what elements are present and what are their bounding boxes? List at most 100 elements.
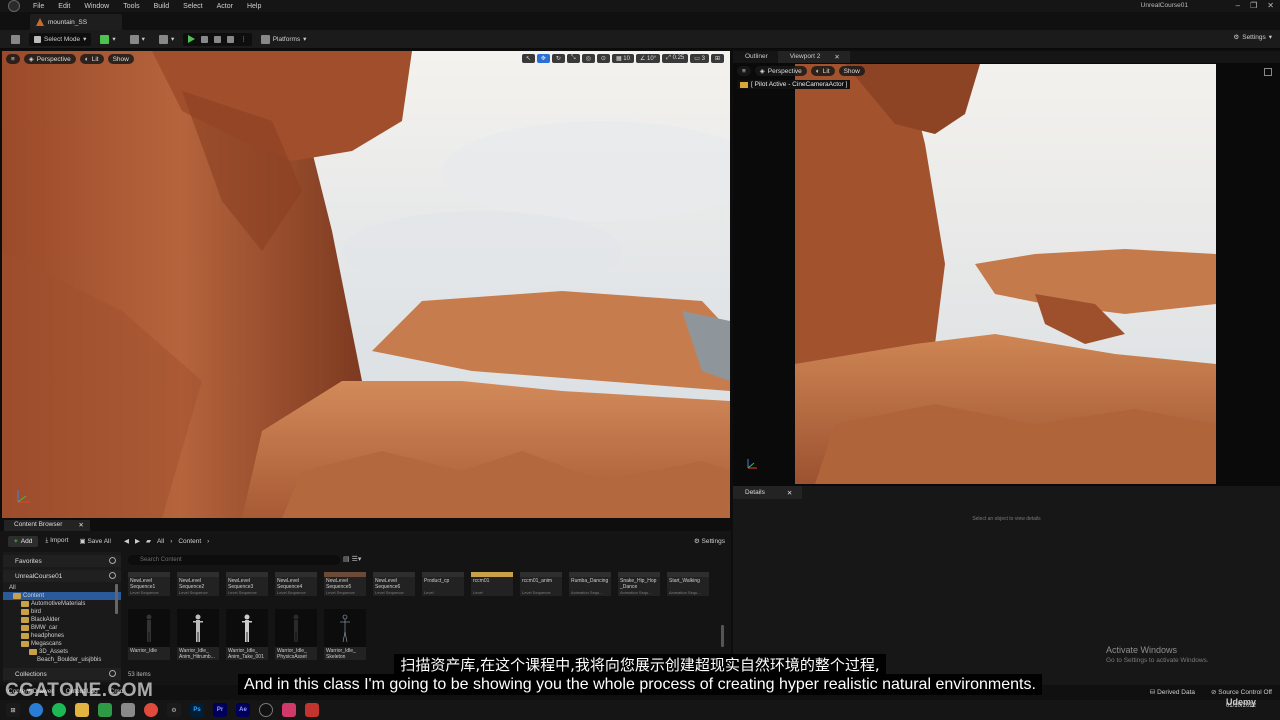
camera-speed-button[interactable]: ▭ 3 [690,54,709,63]
tree-item-content[interactable]: Content [3,592,121,600]
viewport-2[interactable] [795,64,1216,484]
tree-item-automotivematerials[interactable]: AutomotiveMaterials [3,600,121,608]
asset-tile[interactable]: NewLevel Sequence6 Level Sequence [373,572,415,596]
premiere-icon[interactable]: Pr [213,703,227,717]
tree-item-bmw-car[interactable]: BMW_car [3,624,121,632]
settings-dropdown[interactable]: ⚙ Settings ▾ [1233,33,1272,42]
main-viewport[interactable]: ≡ ◈ Perspective ◐ Lit Show ↖ ✥ ↻ ⤡ ◎ ⊙ ▦ 1… [2,51,730,518]
menu-edit[interactable]: Edit [51,3,77,10]
asset-tile[interactable]: Start_Walking Animation Sequ... [667,572,709,596]
asset-tile[interactable]: NewLevel Sequence2 Level Sequence [177,572,219,596]
level-tab[interactable]: mountain_SS [30,14,122,30]
step-icon[interactable] [201,35,209,43]
tree-item-headphones[interactable]: headphones [3,632,121,640]
rotate-tool-icon[interactable]: ↻ [551,54,565,63]
surface-snap-icon[interactable]: ⊙ [596,54,610,63]
asset-tile[interactable]: Product_cp Level [422,572,464,596]
maximize-viewport-icon[interactable]: ⊞ [710,54,724,63]
add-button[interactable]: + Add [8,535,39,547]
tree-scrollbar[interactable] [115,584,118,614]
select-tool-icon[interactable]: ↖ [521,54,535,63]
menu-tools[interactable]: Tools [116,3,146,10]
save-all-button[interactable]: ▣ Save All [75,535,114,547]
breadcrumb-content[interactable]: Content [178,538,201,545]
breadcrumb-all[interactable]: All [157,538,164,545]
browser-icon[interactable] [29,703,43,717]
asset-tile[interactable]: Warrior_Idle_ PhysicsAsset [275,609,317,660]
asset-tile[interactable]: Warrior_Idle_ Anim_Hitrumb... [177,609,219,660]
asset-tile[interactable]: NewLevel Sequence4 Level Sequence [275,572,317,596]
rotation-snap-button[interactable]: ∠ 10° [635,54,661,63]
play-icon[interactable] [188,35,196,43]
menu-help[interactable]: Help [240,3,268,10]
stop-icon[interactable] [214,35,222,43]
favorites-header[interactable]: Favorites [3,555,121,567]
photoshop-icon[interactable]: Ps [190,703,204,717]
tab-details[interactable]: Details ✕ [733,486,803,499]
unreal-app-icon[interactable] [259,703,273,717]
menu-file[interactable]: File [26,3,51,10]
lit-button[interactable]: ◐ Lit [79,54,104,64]
menu-build[interactable]: Build [147,3,177,10]
file-explorer-icon[interactable] [75,703,89,717]
viewport-2-menu-button[interactable]: ≡ [737,66,751,76]
excel-icon[interactable] [98,703,112,717]
tree-item-all[interactable]: All [3,584,121,592]
start-icon[interactable]: ⊞ [6,703,20,717]
asset-tile[interactable]: Snake_Hip_Hop _Dance Animation Sequ... [618,572,660,596]
perspective-button[interactable]: ◈ Perspective [23,54,76,64]
app-icon[interactable] [282,703,296,717]
explorer-icon[interactable] [121,703,135,717]
maximize-viewport-icon[interactable] [1264,68,1272,76]
menu-select[interactable]: Select [176,3,209,10]
platforms-dropdown[interactable]: Platforms ▾ [256,33,312,46]
asset-tile[interactable]: NewLevel Sequence1 Level Sequence [128,572,170,596]
asset-tile[interactable]: rccm01_anim Level Sequence [520,572,562,596]
world-space-icon[interactable]: ◎ [581,54,595,63]
project-header[interactable]: UnrealCourse01 [3,570,121,582]
asset-tile[interactable]: rccm01 Level [471,572,513,596]
asset-tile[interactable]: Rumba_Dancing Animation Sequ... [569,572,611,596]
history-forward-icon[interactable]: ▶ [135,537,140,545]
content-browser-settings-button[interactable]: ⚙ Settings [694,537,725,545]
show-button[interactable]: Show [107,54,134,64]
chrome-icon[interactable] [144,703,158,717]
viewport-2-show-button[interactable]: Show [838,66,865,76]
close-icon[interactable]: ✕ [1267,1,1274,10]
tree-item-megascans[interactable]: Megascans [3,640,121,648]
filter-icon[interactable]: ☰▾ [352,556,362,563]
asset-tile[interactable]: NewLevel Sequence3 Level Sequence [226,572,268,596]
history-back-icon[interactable]: ◀ [124,537,129,545]
asset-tile[interactable]: NewLevel Sequence5 Level Sequence [324,572,366,596]
app-icon[interactable] [305,703,319,717]
save-level-button[interactable] [6,33,25,46]
pilot-active-label[interactable]: [ Pilot Active - CineCameraActor ] [737,80,851,89]
tree-item-blackalder[interactable]: BlackAlder [3,616,121,624]
maximize-icon[interactable]: ❐ [1250,1,1257,10]
asset-tile[interactable]: Warrior_Idle_ Anim_Take_001 [226,609,268,660]
tab-outliner[interactable]: Outliner [733,51,778,63]
tab-viewport-2[interactable]: Viewport 2 ✕ [777,51,850,63]
menu-window[interactable]: Window [77,3,116,10]
search-input[interactable]: Search Content [128,555,340,565]
close-tab-icon[interactable]: ✕ [834,53,839,63]
settings-app-icon[interactable]: ⚙ [167,703,181,717]
scale-tool-icon[interactable]: ⤡ [566,54,580,63]
import-button[interactable]: ⤓ Import [41,535,72,547]
viewport-2-perspective-button[interactable]: ◈ Perspective [754,66,807,76]
close-tab-icon[interactable]: ✕ [787,489,792,499]
tree-item-bird[interactable]: bird [3,608,121,616]
search-icon[interactable] [109,572,116,579]
translate-tool-icon[interactable]: ✥ [536,54,550,63]
asset-tile[interactable]: Warrior_Idle_ Skeleton [324,609,366,660]
save-search-icon[interactable]: ▤ [343,556,350,563]
asset-tile[interactable]: Warrior_Idle [128,609,170,660]
viewport-2-lit-button[interactable]: ◐ Lit [810,66,835,76]
menu-actor[interactable]: Actor [210,3,240,10]
after-effects-icon[interactable]: Ae [236,703,250,717]
minimize-icon[interactable]: – [1236,1,1240,10]
viewport-menu-button[interactable]: ≡ [6,54,20,64]
grid-snap-button[interactable]: ▦ 10 [611,54,634,63]
select-mode-dropdown[interactable]: Select Mode ▾ [29,32,92,46]
close-tab-icon[interactable]: ✕ [78,521,83,531]
